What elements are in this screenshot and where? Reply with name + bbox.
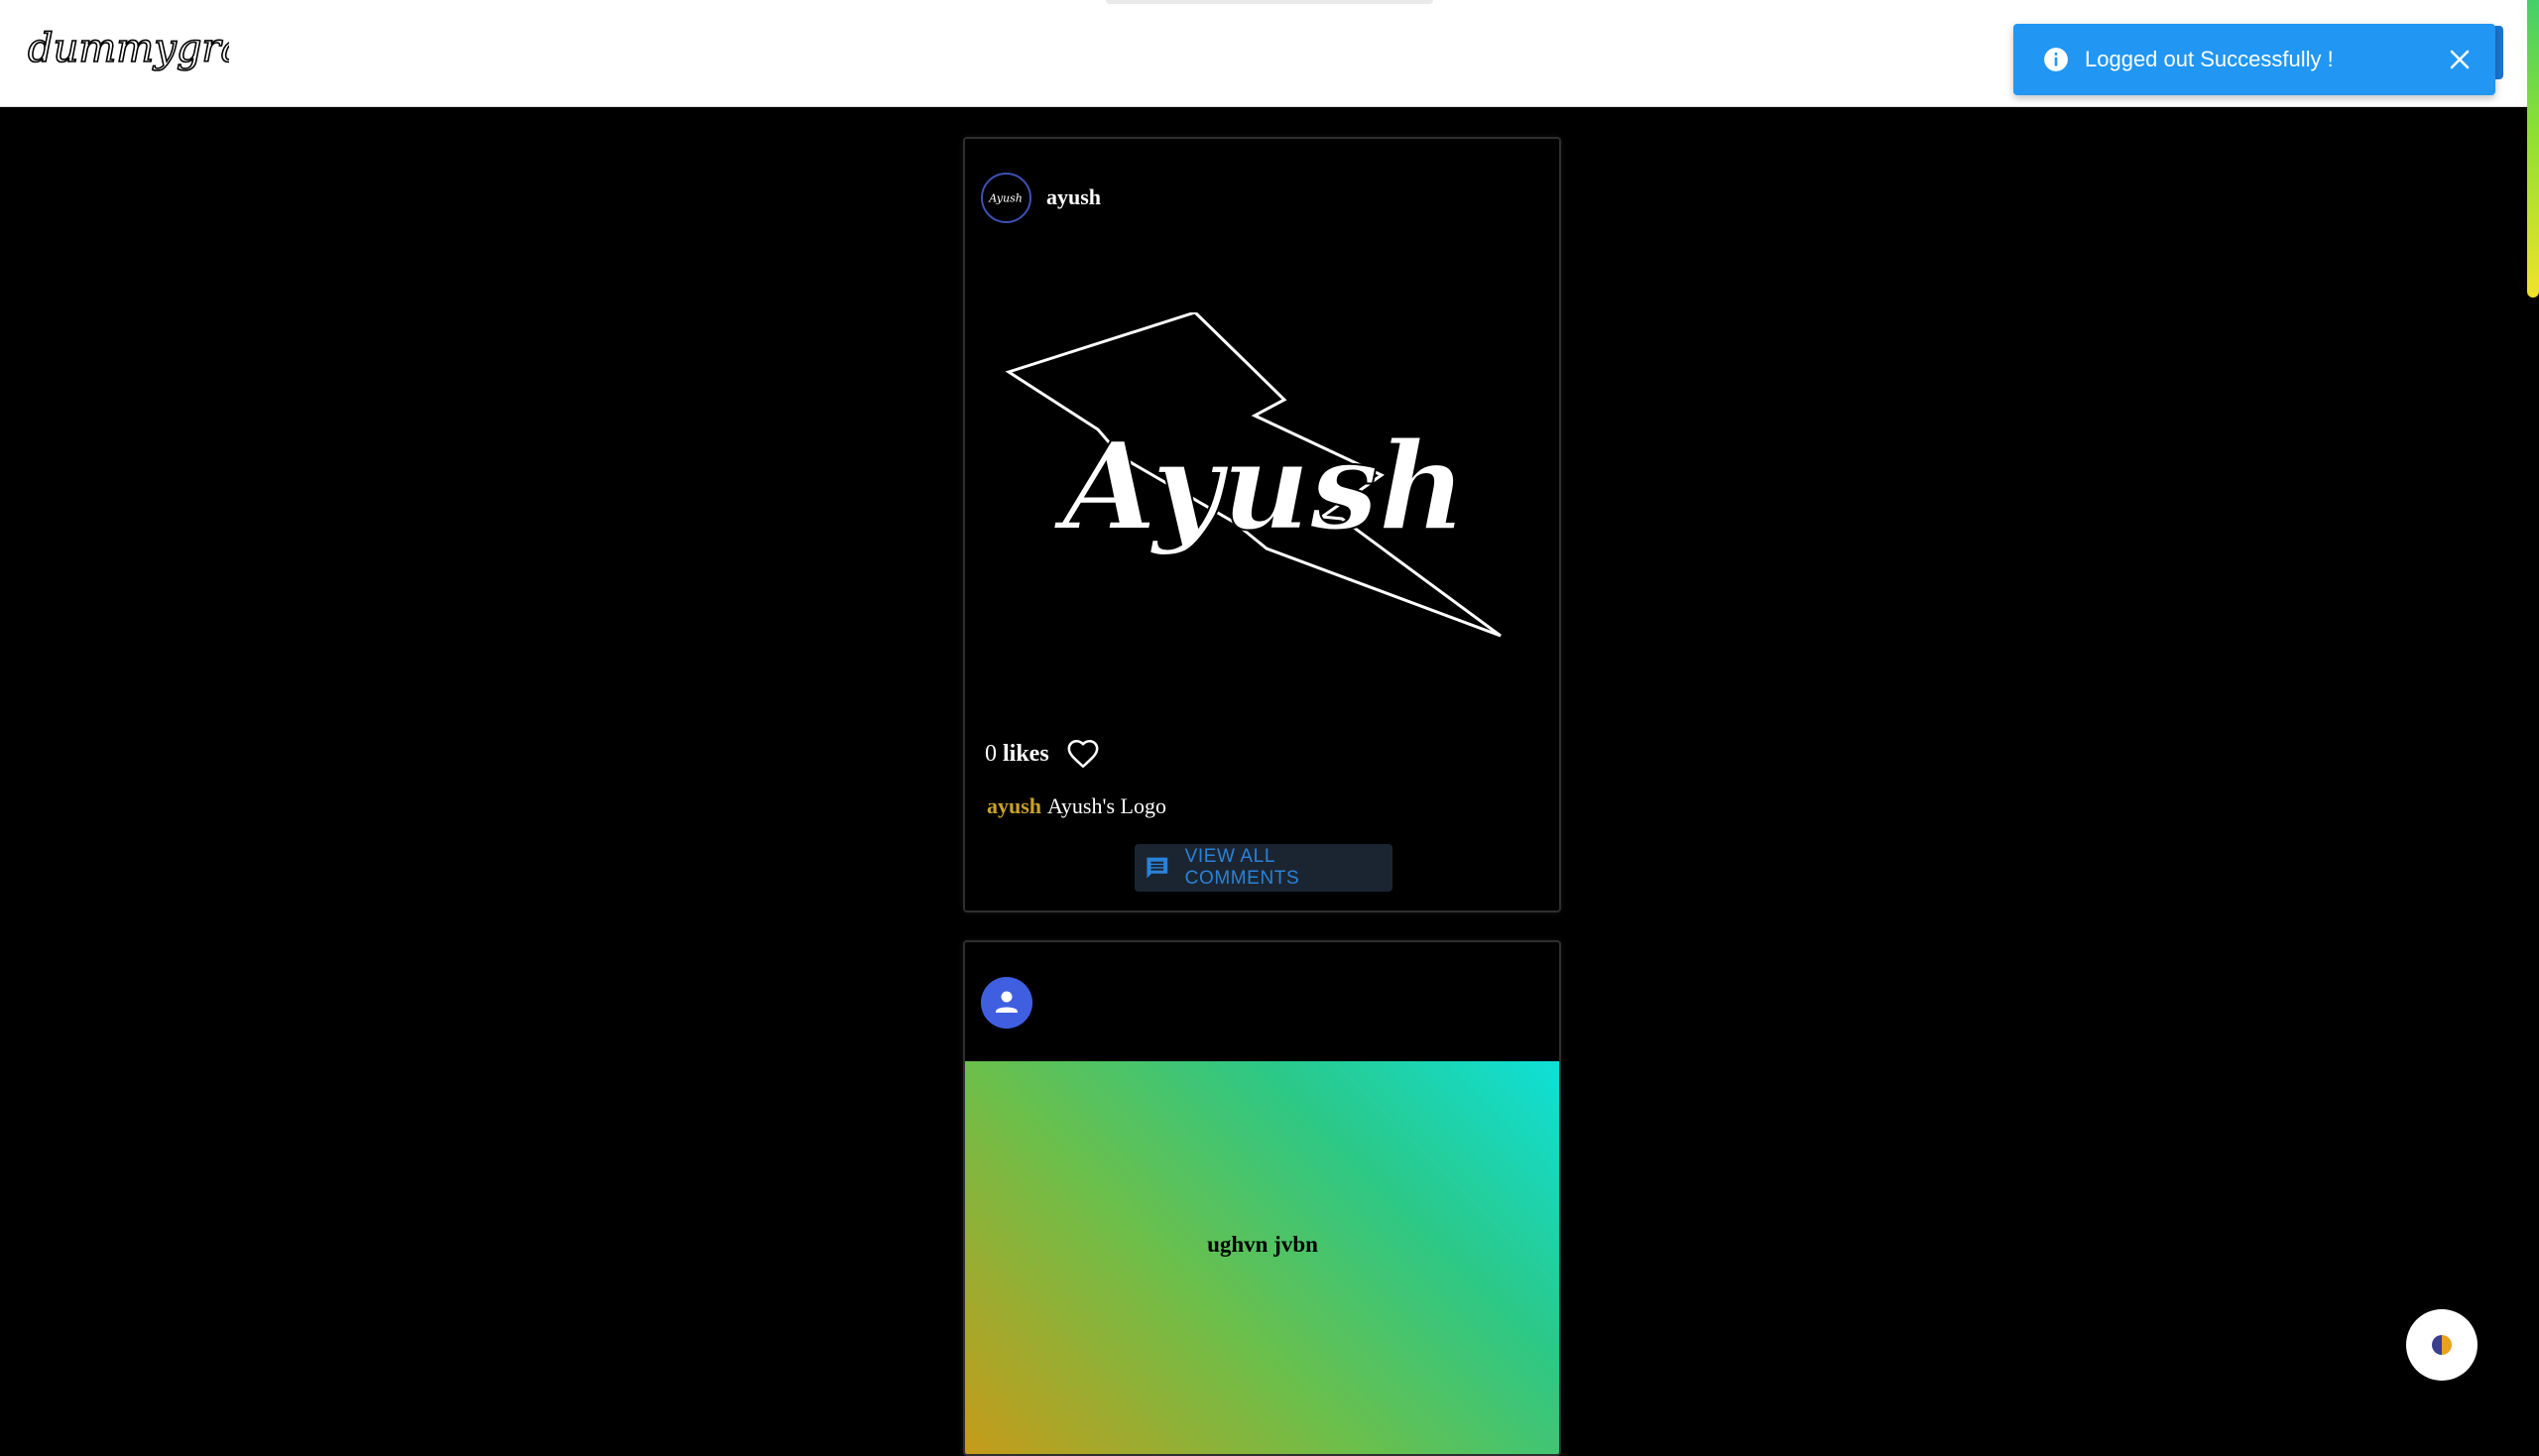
brand-logo-text: dummygram [28, 26, 229, 71]
post-caption: ayush Ayush's Logo [987, 793, 1166, 819]
likes-count: 0 [985, 740, 997, 767]
avatar-logo-text: Ayush [988, 192, 1023, 205]
half-circle-icon [2432, 1335, 2452, 1355]
toast-notification: Logged out Successfully ! [2013, 24, 2495, 95]
post-image: ughvn jvbn [965, 1061, 1559, 1454]
post-image: Ayush [1005, 312, 1502, 638]
caption-username[interactable]: ayush [987, 793, 1041, 818]
brand-logo[interactable]: dummygram [26, 18, 229, 89]
header-shadow [1106, 0, 1433, 4]
person-icon[interactable] [981, 977, 1032, 1029]
post-card: ughvn jvbn [963, 940, 1561, 1456]
post-image-text: ughvn jvbn [1207, 1232, 1318, 1257]
caption-text: Ayush's Logo [1047, 793, 1166, 818]
likes-label: 0 likes [985, 741, 1049, 768]
view-all-comments-label: VIEW ALL COMMENTS [1184, 846, 1300, 889]
view-all-comments-button[interactable]: VIEW ALL COMMENTS [1135, 844, 1392, 892]
post-image-text: Ayush [1053, 415, 1467, 557]
post-card: Ayush ayush Ayush 0 likes ayush Ayush's Lo… [963, 137, 1561, 912]
likes-row: 0 likes [985, 734, 1101, 774]
scroll-progress-bar[interactable] [2527, 0, 2539, 298]
comment-icon [1147, 857, 1168, 879]
toast-message: Logged out Successfully ! [2085, 47, 2334, 71]
theme-toggle-button[interactable] [2406, 1309, 2478, 1381]
likes-word: likes [1003, 740, 1049, 767]
close-icon[interactable] [2448, 48, 2472, 71]
post-username[interactable]: ayush [1046, 184, 1101, 210]
info-icon [2044, 48, 2068, 71]
heart-outline-icon[interactable] [1065, 737, 1101, 771]
user-avatar[interactable]: Ayush [981, 173, 1031, 223]
